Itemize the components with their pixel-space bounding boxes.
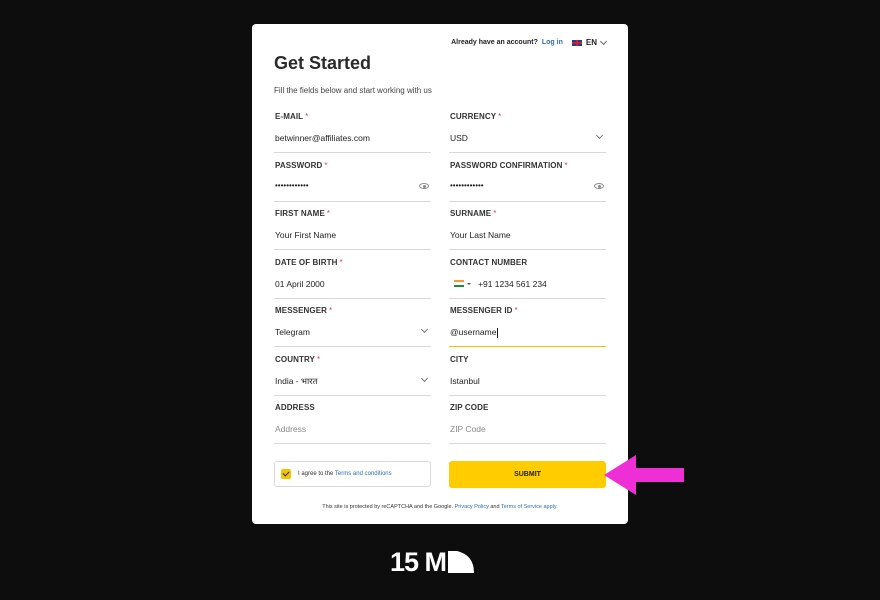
- first-name-input[interactable]: Your First Name: [275, 230, 336, 240]
- password-field[interactable]: PASSWORD * ••••••••••••: [274, 161, 431, 202]
- page-subtitle: Fill the fields below and start working …: [274, 86, 432, 95]
- password-confirmation-field[interactable]: PASSWORD CONFIRMATION * ••••••••••••: [449, 161, 606, 202]
- country-code-caret-icon[interactable]: [467, 283, 471, 285]
- email-label: E-MAIL *: [275, 112, 309, 121]
- city-field[interactable]: CITY Istanbul: [449, 355, 606, 396]
- messenger-id-value: @username: [450, 327, 497, 337]
- password-input[interactable]: ••••••••••••: [275, 181, 309, 190]
- recaptcha-notice: This site is protected by reCAPTCHA and …: [322, 504, 558, 510]
- zip-code-input[interactable]: ZIP Code: [450, 424, 486, 434]
- have-account-text: Already have an account?: [451, 39, 538, 46]
- privacy-policy-link[interactable]: Privacy Policy: [455, 504, 489, 510]
- first-name-field[interactable]: FIRST NAME * Your First Name: [274, 209, 431, 250]
- country-value[interactable]: India - भारत: [275, 376, 317, 387]
- messenger-id-input[interactable]: @username: [450, 327, 499, 338]
- first-name-label: FIRST NAME *: [275, 209, 331, 218]
- logo-mark-icon: [448, 551, 475, 573]
- currency-value[interactable]: USD: [450, 133, 468, 143]
- city-label: CITY: [450, 355, 469, 364]
- currency-label: CURRENCY *: [450, 112, 502, 121]
- eye-icon[interactable]: [594, 183, 604, 189]
- contact-number-label: CONTACT NUMBER: [450, 258, 528, 267]
- terms-checkbox[interactable]: [281, 469, 291, 479]
- date-of-birth-field[interactable]: DATE OF BIRTH * 01 April 2000: [274, 258, 431, 299]
- messenger-id-field[interactable]: MESSENGER ID * @username: [449, 306, 606, 347]
- address-label: ADDRESS: [275, 403, 315, 412]
- currency-select[interactable]: CURRENCY * USD: [449, 112, 606, 153]
- chevron-down-icon[interactable]: [420, 374, 429, 383]
- contact-number-field[interactable]: CONTACT NUMBER +91 1234 561 234: [449, 258, 606, 299]
- country-select[interactable]: COUNTRY * India - भारत: [274, 355, 431, 396]
- terms-of-service-link[interactable]: Terms of Service apply.: [501, 504, 558, 510]
- messenger-id-label: MESSENGER ID *: [450, 306, 518, 315]
- surname-label: SURNAME *: [450, 209, 497, 218]
- messenger-select[interactable]: MESSENGER * Telegram: [274, 306, 431, 347]
- password-confirmation-input[interactable]: ••••••••••••: [450, 181, 484, 190]
- chevron-down-icon: [599, 37, 608, 45]
- surname-input[interactable]: Your Last Name: [450, 230, 511, 240]
- address-input[interactable]: Address: [275, 424, 306, 434]
- signup-card: Already have an account? Log in EN Get S…: [252, 24, 628, 524]
- logo: 15 M: [390, 547, 475, 577]
- india-flag-icon[interactable]: [454, 280, 464, 287]
- zip-code-field[interactable]: ZIP CODE ZIP Code: [449, 403, 606, 444]
- uk-flag-icon: [571, 39, 582, 46]
- text-cursor: [497, 327, 499, 338]
- submit-button[interactable]: SUBMIT: [449, 461, 606, 488]
- contact-number-input[interactable]: +91 1234 561 234: [478, 279, 547, 289]
- date-of-birth-input[interactable]: 01 April 2000: [275, 279, 325, 289]
- city-input[interactable]: Istanbul: [450, 376, 480, 386]
- arrow-left-icon: [604, 455, 684, 495]
- email-input[interactable]: betwinner@affiliates.com: [275, 133, 370, 143]
- eye-icon[interactable]: [419, 183, 429, 189]
- terms-text: I agree to the Terms and conditions: [298, 471, 392, 477]
- header-bar: Already have an account? Log in EN: [451, 37, 608, 47]
- country-label: COUNTRY *: [275, 355, 321, 364]
- page-title: Get Started: [274, 53, 372, 73]
- logo-text: 15 M: [390, 547, 447, 577]
- password-confirmation-label: PASSWORD CONFIRMATION *: [450, 161, 568, 170]
- chevron-down-icon[interactable]: [595, 131, 604, 140]
- address-field[interactable]: ADDRESS Address: [274, 403, 431, 444]
- terms-agreement: I agree to the Terms and conditions: [274, 461, 431, 487]
- surname-field[interactable]: SURNAME * Your Last Name: [449, 209, 606, 250]
- password-label: PASSWORD *: [275, 161, 328, 170]
- messenger-label: MESSENGER *: [275, 306, 333, 315]
- language-label: EN: [585, 38, 597, 47]
- terms-link[interactable]: Terms and conditions: [335, 471, 392, 477]
- login-link[interactable]: Log in: [542, 39, 563, 46]
- email-field[interactable]: E-MAIL * betwinner@affiliates.com: [274, 112, 431, 153]
- messenger-value[interactable]: Telegram: [275, 327, 310, 337]
- chevron-down-icon[interactable]: [420, 325, 429, 334]
- date-of-birth-label: DATE OF BIRTH *: [275, 258, 343, 267]
- language-selector[interactable]: EN: [571, 37, 608, 47]
- zip-code-label: ZIP CODE: [450, 403, 489, 412]
